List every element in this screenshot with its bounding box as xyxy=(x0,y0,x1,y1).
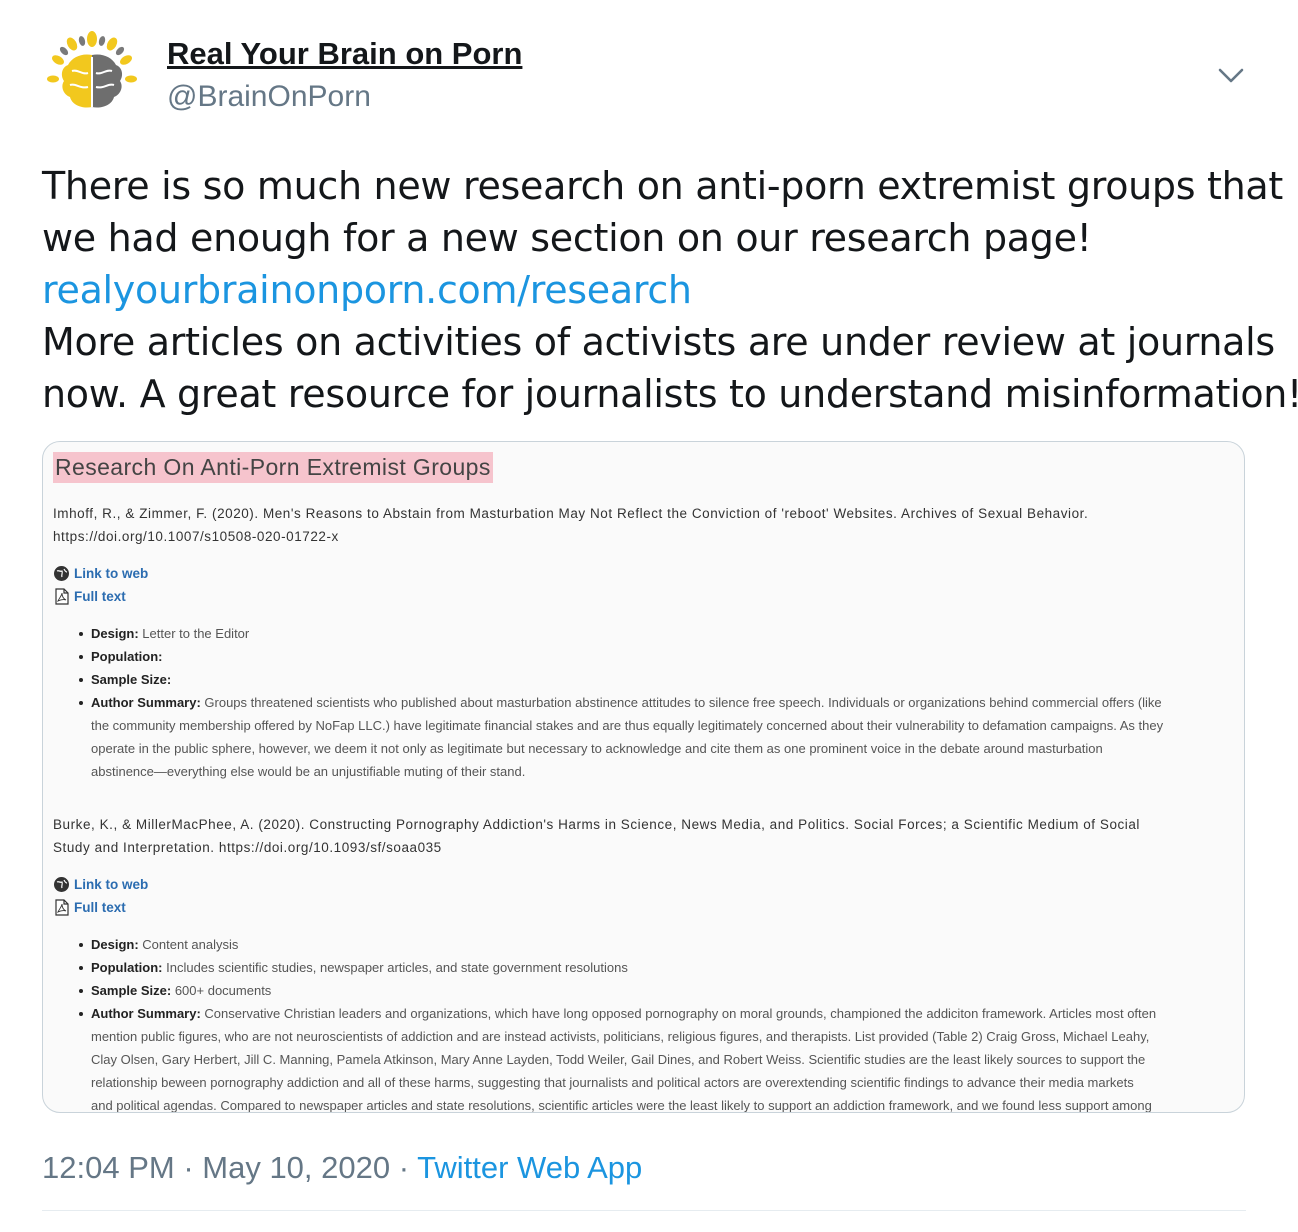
tweet-text-line: now. A great resource for journalists to… xyxy=(42,372,1298,416)
design-row: Design: Letter to the Editor xyxy=(79,622,1241,645)
full-text-link[interactable]: Full text xyxy=(53,586,126,606)
globe-icon xyxy=(53,565,70,582)
pdf-file-icon xyxy=(53,587,70,605)
divider xyxy=(42,1210,1246,1211)
citation: Burke, K., & MillerMacPhee, A. (2020). C… xyxy=(53,813,1233,859)
link-to-web[interactable]: Link to web xyxy=(53,563,148,583)
tweet-text-line: More articles on activities of activists… xyxy=(42,320,1275,364)
research-page-link[interactable]: realyourbrainonporn.com/research xyxy=(42,268,692,312)
brain-logo-icon xyxy=(47,31,137,108)
population-row: Population: Includes scientific studies,… xyxy=(79,956,1241,979)
link-to-web[interactable]: Link to web xyxy=(53,874,148,894)
tweet-time[interactable]: 12:04 PM xyxy=(42,1150,175,1185)
tweet-source-link[interactable]: Twitter Web App xyxy=(417,1150,642,1185)
link-to-web-label: Link to web xyxy=(74,876,149,892)
tweet: Real Your Brain on Porn @BrainOnPorn The… xyxy=(0,0,1298,1232)
chevron-down-icon[interactable] xyxy=(1214,60,1248,90)
sample-size-row: Sample Size: xyxy=(79,668,1241,691)
separator: · xyxy=(174,1150,203,1185)
author-display-name[interactable]: Real Your Brain on Porn xyxy=(167,36,522,72)
population-row: Population: xyxy=(79,645,1241,668)
sample-size-row: Sample Size: 600+ documents xyxy=(79,979,1241,1002)
attached-image[interactable]: Research On Anti-Porn Extremist Groups I… xyxy=(42,441,1245,1113)
author-summary-row: Author Summary: Groups threatened scient… xyxy=(79,691,1241,783)
research-section-heading: Research On Anti-Porn Extremist Groups xyxy=(53,452,493,483)
author-summary-row: Author Summary: Conservative Christian l… xyxy=(79,1002,1241,1112)
full-text-link[interactable]: Full text xyxy=(53,897,126,917)
citation-doi: Study and Interpretation. https://doi.or… xyxy=(53,840,442,855)
separator: · xyxy=(390,1150,418,1185)
avatar[interactable] xyxy=(42,27,142,127)
full-text-label: Full text xyxy=(74,899,126,915)
citation-doi: https://doi.org/10.1007/s10508-020-01722… xyxy=(53,529,339,544)
pdf-file-icon xyxy=(53,898,70,916)
study-details: Design: Letter to the Editor Population:… xyxy=(79,622,1241,783)
design-row: Design: Content analysis xyxy=(79,933,1241,956)
full-text-label: Full text xyxy=(74,588,126,604)
tweet-text: There is so much new research on anti-po… xyxy=(42,160,1298,420)
citation-line: Burke, K., & MillerMacPhee, A. (2020). C… xyxy=(53,817,1140,832)
study-details: Design: Content analysis Population: Inc… xyxy=(79,933,1241,1112)
citation-line: Imhoff, R., & Zimmer, F. (2020). Men's R… xyxy=(53,506,1089,521)
author-handle[interactable]: @BrainOnPorn xyxy=(167,80,371,114)
tweet-text-line: There is so much new research on anti-po… xyxy=(42,164,1283,208)
citation: Imhoff, R., & Zimmer, F. (2020). Men's R… xyxy=(53,502,1233,548)
tweet-date[interactable]: May 10, 2020 xyxy=(202,1150,390,1185)
tweet-text-line: we had enough for a new section on our r… xyxy=(42,216,1092,260)
link-to-web-label: Link to web xyxy=(74,565,149,581)
globe-icon xyxy=(53,876,70,893)
tweet-meta: 12:04 PM · May 10, 2020 · Twitter Web Ap… xyxy=(42,1150,642,1186)
